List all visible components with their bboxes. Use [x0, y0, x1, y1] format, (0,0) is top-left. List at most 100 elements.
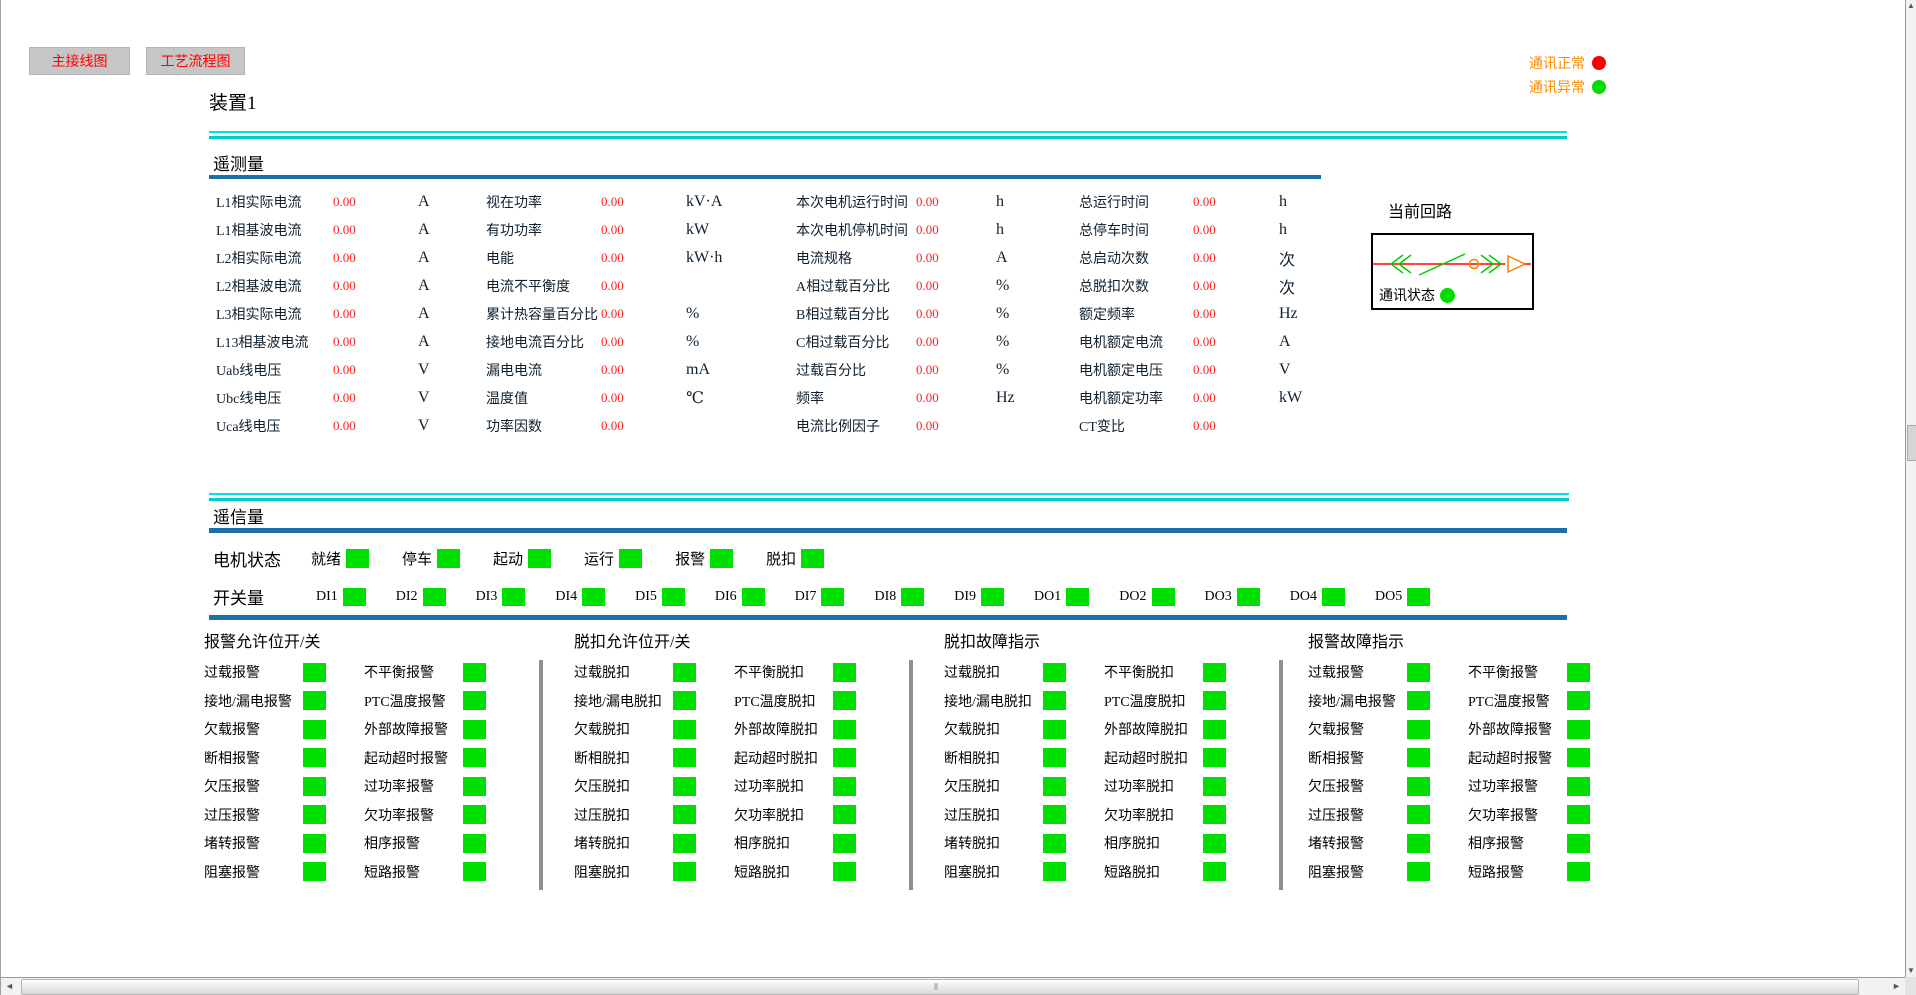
telemetry-underline — [209, 175, 1321, 179]
telemetry-row: Uca线电压 0.00 V — [216, 412, 430, 440]
alarm-item-indicator — [303, 748, 326, 767]
vertical-scrollbar[interactable]: ▲ ▼ — [1905, 0, 1916, 995]
alarm-item: 短路报警 — [364, 858, 486, 887]
alarm-item-label: 不平衡报警 — [364, 662, 463, 682]
alarm-item: 堵转报警 — [204, 829, 364, 858]
switch-io-indicator — [582, 588, 605, 606]
process-flow-diagram-button[interactable]: 工艺流程图 — [146, 47, 245, 75]
alarm-item-label: 欠载报警 — [204, 719, 303, 739]
scroll-right-arrow-icon[interactable]: ► — [1889, 980, 1904, 993]
motor-status-item-label: 停车 — [402, 548, 432, 569]
telemetry-row: 功率因数 0.00 — [486, 412, 722, 440]
telemetry-column-1: L1相实际电流 0.00 A L1相基波电流 0.00 A L2相实际电流 0.… — [216, 188, 430, 440]
switch-io-item: DI3 — [476, 588, 526, 606]
switch-io-item-label: DI1 — [316, 589, 338, 605]
switch-io-item-label: DI3 — [476, 589, 498, 605]
telemetry-row: 总运行时间 0.00 h — [1079, 188, 1302, 216]
trip-fault-item: 过功率脱扣 — [1104, 772, 1226, 801]
comm-normal-legend: 通讯正常 — [1529, 53, 1606, 73]
scroll-down-arrow-icon[interactable]: ▼ — [1906, 966, 1916, 975]
motor-status-item: 报警 — [675, 548, 733, 569]
alarm-fault-item: 过功率报警 — [1468, 772, 1590, 801]
comm-abnormal-legend: 通讯异常 — [1529, 77, 1606, 97]
trip-item: 欠载脱扣 — [574, 715, 734, 744]
alarm-item-indicator — [303, 691, 326, 710]
trip-item-indicator — [673, 720, 696, 739]
alarm-item-label: 过载报警 — [204, 662, 303, 682]
switch-io-item-label: DI9 — [954, 589, 976, 605]
trip-fault-item: 欠载脱扣 — [944, 715, 1104, 744]
motor-status-indicator — [801, 549, 824, 568]
switch-io-indicator — [662, 588, 685, 606]
trip-item-indicator — [673, 777, 696, 796]
telemetry-label: B相过载百分比 — [796, 304, 916, 324]
alarm-fault-item-label: 接地/漏电报警 — [1308, 691, 1407, 711]
alarm-enable-group: 报警允许位开/关 过载报警 接地/漏电报警 欠载报警 — [204, 628, 536, 886]
current-circuit-box: 通讯状态 — [1371, 233, 1534, 310]
trip-fault-item-label: 接地/漏电脱扣 — [944, 691, 1043, 711]
switch-io-items: DI1 DI2 DI3 DI4 DI5 — [316, 588, 1430, 606]
switch-io-item: DI6 — [715, 588, 765, 606]
alarm-fault-indicator — [1567, 834, 1590, 853]
switch-io-item-label: DI7 — [795, 589, 817, 605]
trip-fault-heading: 脱扣故障指示 — [944, 628, 1276, 658]
cyan-divider-signals — [209, 493, 1569, 501]
switch-io-indicator — [1066, 588, 1089, 606]
telemetry-section-heading: 遥测量 — [213, 150, 264, 175]
trip-fault-indicator — [1203, 663, 1226, 682]
alarm-item-label: 短路报警 — [364, 862, 463, 882]
alarm-fault-item-label: PTC温度报警 — [1468, 691, 1567, 711]
group-divider — [909, 660, 913, 890]
telemetry-unit: A — [996, 249, 1008, 267]
vertical-scrollbar-thumb[interactable] — [1907, 425, 1916, 461]
alarm-fault-indicator — [1407, 834, 1430, 853]
scroll-left-arrow-icon[interactable]: ◄ — [2, 980, 17, 993]
horizontal-scrollbar[interactable]: ◄ ⦀ ► — [1, 977, 1906, 995]
alarm-item-indicator — [303, 777, 326, 796]
switch-io-item: DO2 — [1119, 588, 1174, 606]
trip-fault-indicator — [1043, 691, 1066, 710]
switch-io-item: DI7 — [795, 588, 845, 606]
telemetry-row: 视在功率 0.00 kV·A — [486, 188, 722, 216]
trip-fault-item-label: 过压脱扣 — [944, 805, 1043, 825]
motor-status-indicator — [619, 549, 642, 568]
alarm-item-label: 过功率报警 — [364, 776, 463, 796]
alarm-item: 不平衡报警 — [364, 658, 486, 687]
alarm-fault-item: 外部故障报警 — [1468, 715, 1590, 744]
switch-io-indicator — [821, 588, 844, 606]
telemetry-unit: kW — [1279, 389, 1302, 407]
telemetry-value: 0.00 — [1193, 306, 1279, 322]
alarm-item-indicator — [463, 834, 486, 853]
alarm-fault-left-column: 过载报警 接地/漏电报警 欠载报警 断相报警 — [1308, 658, 1468, 886]
alarm-item-label: 欠压报警 — [204, 776, 303, 796]
alarm-fault-indicator — [1407, 748, 1430, 767]
telemetry-value: 0.00 — [333, 306, 418, 322]
circuit-comm-status: 通讯状态 — [1379, 285, 1455, 305]
telemetry-row: CT变比 0.00 — [1079, 412, 1302, 440]
trip-item-indicator — [833, 805, 856, 824]
trip-fault-item: 接地/漏电脱扣 — [944, 687, 1104, 716]
horizontal-scrollbar-thumb[interactable]: ⦀ — [21, 979, 1859, 995]
trip-item-label: 过功率脱扣 — [734, 776, 833, 796]
alarm-enable-left-column: 过载报警 接地/漏电报警 欠载报警 断相报警 — [204, 658, 364, 886]
alarm-item-label: 接地/漏电报警 — [204, 691, 303, 711]
telemetry-value: 0.00 — [333, 250, 418, 266]
switch-io-item: DI9 — [954, 588, 1004, 606]
telemetry-value: 0.00 — [601, 362, 686, 378]
alarm-fault-indicator — [1567, 805, 1590, 824]
alarm-item-label: 堵转报警 — [204, 833, 303, 853]
trip-item-indicator — [673, 748, 696, 767]
alarm-fault-item: 断相报警 — [1308, 744, 1468, 773]
comm-normal-dot-icon — [1592, 56, 1606, 70]
alarm-fault-item-label: 不平衡报警 — [1468, 662, 1567, 682]
main-wiring-diagram-button[interactable]: 主接线图 — [29, 47, 130, 75]
switch-io-label: 开关量 — [213, 584, 316, 609]
telemetry-row: L3相实际电流 0.00 A — [216, 300, 430, 328]
trip-fault-item: 不平衡脱扣 — [1104, 658, 1226, 687]
scroll-up-arrow-icon[interactable]: ▲ — [1906, 1, 1916, 10]
trip-item-indicator — [833, 862, 856, 881]
trip-fault-indicator — [1203, 720, 1226, 739]
telemetry-label: 有功功率 — [486, 220, 601, 240]
trip-fault-item-label: 过功率脱扣 — [1104, 776, 1203, 796]
trip-fault-item-label: 外部故障脱扣 — [1104, 719, 1203, 739]
